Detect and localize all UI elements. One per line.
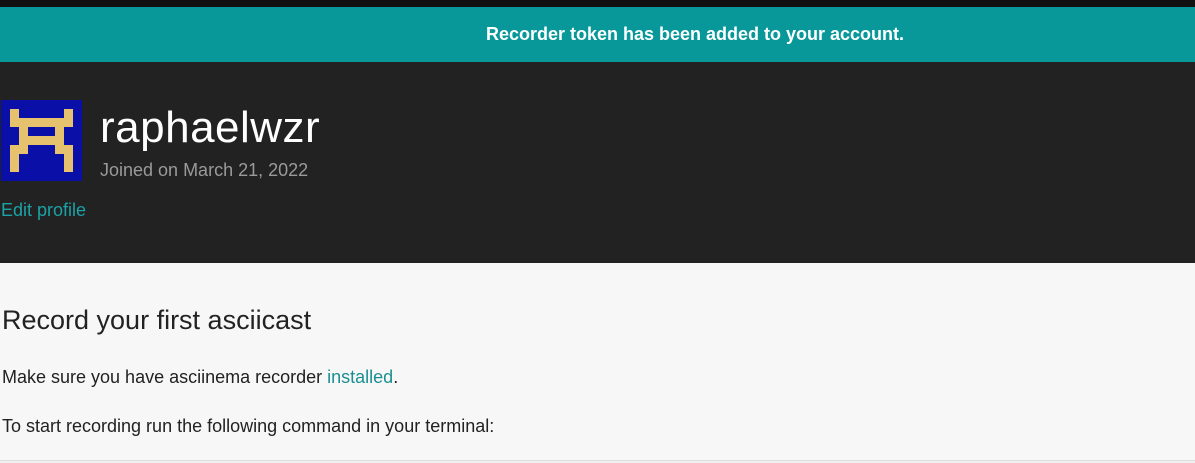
profile-header: raphaelwzr Joined on March 21, 2022 Edit… [0,62,1195,263]
install-instruction: Make sure you have asciinema recorder in… [2,366,398,388]
avatar [1,100,82,181]
flash-message-banner: Recorder token has been added to your ac… [0,7,1195,62]
installed-link[interactable]: installed [327,367,393,387]
section-heading: Record your first asciicast [2,305,312,335]
joined-date: Joined on March 21, 2022 [100,160,309,180]
username: raphaelwzr [100,103,321,152]
top-border [0,0,1195,7]
install-suffix: . [393,367,399,387]
flash-message-text: Recorder token has been added to your ac… [485,24,905,44]
main-content: Record your first asciicast Make sure yo… [0,263,1195,463]
command-intro: To start recording run the following com… [2,416,495,436]
install-prefix: Make sure you have asciinema recorder [2,367,328,387]
edit-profile-link[interactable]: Edit profile [1,199,86,221]
